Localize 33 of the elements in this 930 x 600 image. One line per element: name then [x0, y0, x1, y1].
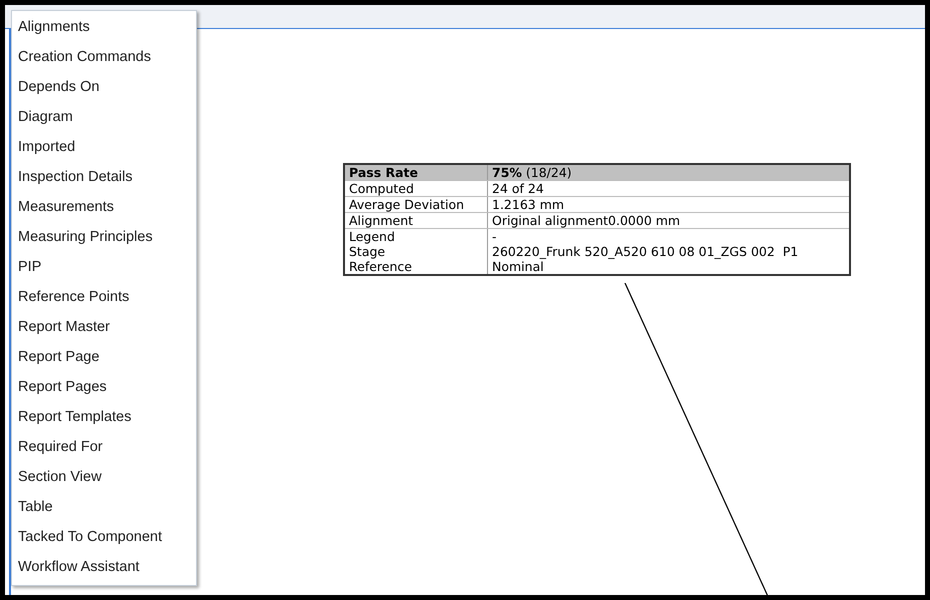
- menu-item[interactable]: Measurements: [12, 193, 196, 223]
- table-label: Stage: [349, 244, 386, 259]
- menu-item[interactable]: Report Master: [12, 313, 196, 343]
- table-value: 260220_Frunk 520_A520 610 08 01_ZGS 002 P1: [492, 244, 798, 259]
- table-label: Computed: [349, 181, 415, 196]
- table-value: 24 of 24: [492, 181, 544, 196]
- table-label: Average Deviation: [349, 197, 466, 212]
- table-value: 1.2163 mm: [492, 197, 564, 212]
- table-label: Reference: [349, 259, 413, 274]
- menu-item[interactable]: Section View: [12, 463, 196, 493]
- table-value: -: [492, 229, 498, 244]
- menu-item[interactable]: Measuring Principles: [12, 223, 196, 253]
- menu-item[interactable]: Inspection Details: [12, 163, 196, 193]
- menu-item[interactable]: Report Page: [12, 343, 196, 373]
- menu-item[interactable]: Depends On: [12, 73, 196, 103]
- menu-item[interactable]: Report Templates: [12, 403, 196, 433]
- menu-item[interactable]: Alignments: [12, 13, 196, 43]
- menu-item[interactable]: Required For: [12, 433, 196, 463]
- menu-item[interactable]: Workflow Assistant: [12, 553, 196, 583]
- table-label: Pass Rate: [349, 165, 420, 180]
- menu-item[interactable]: Tacked To Component: [12, 523, 196, 553]
- table-value: Original alignment0.0000 mm: [492, 213, 680, 228]
- table-label: Legend: [349, 229, 396, 244]
- menu-item[interactable]: Report Pages: [12, 373, 196, 403]
- menu-item[interactable]: Imported: [12, 133, 196, 163]
- table-value: Nominal: [492, 259, 545, 274]
- table-label: Alignment: [349, 213, 414, 228]
- table-value: 75% (18/24): [492, 165, 572, 180]
- menu-item[interactable]: PIP: [12, 253, 196, 283]
- menu-item[interactable]: Reference Points: [12, 283, 196, 313]
- menu-item[interactable]: Table: [12, 493, 196, 523]
- menu-item[interactable]: Diagram: [12, 103, 196, 133]
- menu-item[interactable]: Creation Commands: [12, 43, 196, 73]
